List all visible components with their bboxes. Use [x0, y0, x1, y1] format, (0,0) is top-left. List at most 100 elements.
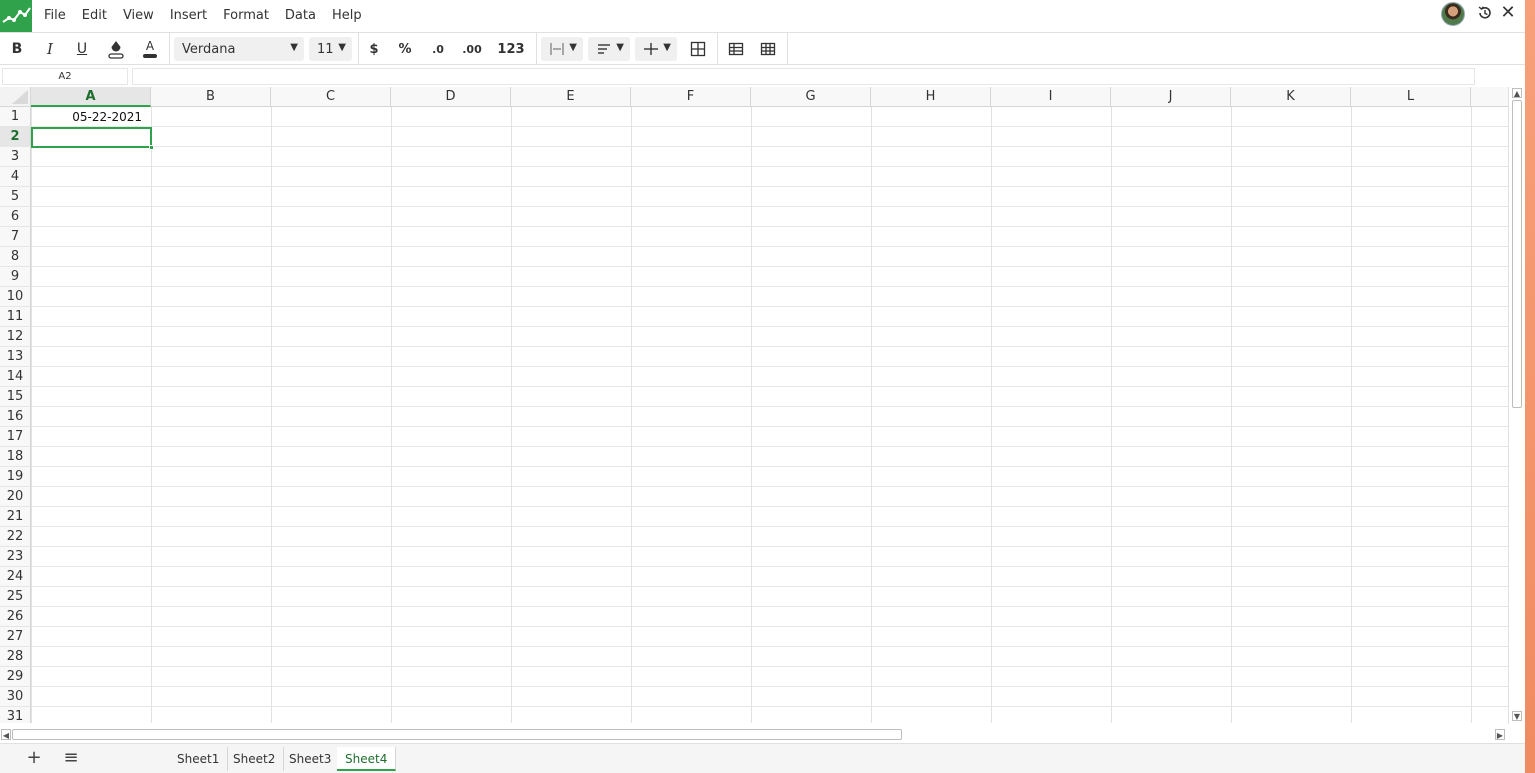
scroll-left-icon[interactable]: ◀ — [1, 729, 11, 740]
menu-format[interactable]: Format — [215, 0, 277, 32]
number-format-button[interactable]: 123 — [495, 33, 527, 65]
row-header-16[interactable]: 16 — [0, 407, 31, 427]
formula-input[interactable] — [132, 68, 1475, 85]
row-header-30[interactable]: 30 — [0, 687, 31, 707]
bold-button[interactable]: B — [5, 33, 29, 65]
column-header-h[interactable]: H — [871, 87, 991, 107]
chevron-down-icon: ▼ — [569, 42, 577, 53]
horizontal-scrollbar[interactable]: ◀ ▶ — [0, 728, 1508, 741]
vertical-align-dropdown[interactable]: ▼ — [635, 37, 677, 61]
column-header-j[interactable]: J — [1111, 87, 1231, 107]
row-header-27[interactable]: 27 — [0, 627, 31, 647]
row-header-26[interactable]: 26 — [0, 607, 31, 627]
horizontal-scroll-thumb[interactable] — [12, 729, 902, 740]
user-avatar[interactable] — [1441, 2, 1465, 26]
row-header-12[interactable]: 12 — [0, 327, 31, 347]
cell-reference-box[interactable]: A2 — [2, 68, 128, 85]
tab-sheet2[interactable]: Sheet2 — [225, 747, 285, 771]
horizontal-align-dropdown[interactable]: ▼ — [588, 37, 630, 61]
row-header-10[interactable]: 10 — [0, 287, 31, 307]
row-header-6[interactable]: 6 — [0, 207, 31, 227]
font-size-value: 11 — [317, 41, 334, 57]
column-header-e[interactable]: E — [511, 87, 631, 107]
vertical-scroll-thumb[interactable] — [1512, 100, 1522, 408]
italic-button[interactable]: I — [38, 33, 62, 65]
column-header-b[interactable]: B — [151, 87, 271, 107]
row-header-22[interactable]: 22 — [0, 527, 31, 547]
row-header-11[interactable]: 11 — [0, 307, 31, 327]
row-header-20[interactable]: 20 — [0, 487, 31, 507]
row-header-3[interactable]: 3 — [0, 147, 31, 167]
close-icon[interactable]: ✕ — [1499, 3, 1517, 23]
row-header-25[interactable]: 25 — [0, 587, 31, 607]
menu-edit[interactable]: Edit — [74, 0, 115, 32]
menu-list: File Edit View Insert Format Data Help — [36, 0, 370, 32]
currency-format-button[interactable]: $ — [362, 33, 386, 65]
column-header-i[interactable]: I — [991, 87, 1111, 107]
app-logo-icon[interactable] — [0, 0, 32, 32]
merge-cells-dropdown[interactable]: ▼ — [541, 37, 583, 61]
tab-sheet3[interactable]: Sheet3 — [281, 747, 341, 771]
row-header-17[interactable]: 17 — [0, 427, 31, 447]
row-header-9[interactable]: 9 — [0, 267, 31, 287]
row-header-18[interactable]: 18 — [0, 447, 31, 467]
row-header-31[interactable]: 31 — [0, 707, 31, 723]
percent-format-button[interactable]: % — [393, 33, 417, 65]
borders-icon[interactable] — [686, 33, 710, 65]
column-header-d[interactable]: D — [391, 87, 511, 107]
row-header-19[interactable]: 19 — [0, 467, 31, 487]
tab-sheet4[interactable]: Sheet4 — [337, 747, 397, 771]
row-header-7[interactable]: 7 — [0, 227, 31, 247]
fill-handle[interactable] — [149, 145, 154, 150]
row-header-4[interactable]: 4 — [0, 167, 31, 187]
column-header-l[interactable]: L — [1351, 87, 1471, 107]
column-header-a[interactable]: A — [31, 87, 151, 107]
spreadsheet-grid[interactable]: ABCDEFGHIJKL 1 2 3 4 5 6 7 8 9 10 11 12 13 14 15 16 17 18… — [0, 87, 1508, 723]
menu-data[interactable]: Data — [277, 0, 324, 32]
freeze-columns-icon[interactable] — [756, 33, 780, 65]
add-sheet-icon[interactable]: + — [19, 744, 49, 772]
row-header-28[interactable]: 28 — [0, 647, 31, 667]
increase-decimal-button[interactable]: .00 — [459, 33, 485, 65]
fill-color-icon[interactable] — [104, 33, 128, 65]
row-header-14[interactable]: 14 — [0, 367, 31, 387]
menu-view[interactable]: View — [115, 0, 162, 32]
underline-button[interactable]: U — [70, 33, 94, 65]
font-family-select[interactable]: Verdana ▼ — [174, 37, 304, 61]
row-header-13[interactable]: 13 — [0, 347, 31, 367]
column-header-k[interactable]: K — [1231, 87, 1351, 107]
vertical-scrollbar[interactable]: ▲ ▼ — [1508, 87, 1525, 724]
column-header-c[interactable]: C — [271, 87, 391, 107]
menu-help[interactable]: Help — [324, 0, 370, 32]
select-all-corner[interactable] — [0, 87, 31, 107]
row-header-5[interactable]: 5 — [0, 187, 31, 207]
cell-grid[interactable] — [31, 107, 1508, 723]
scroll-up-icon[interactable]: ▲ — [1512, 88, 1522, 98]
history-icon[interactable] — [1476, 4, 1494, 22]
text-color-icon[interactable]: A — [138, 33, 162, 65]
toolbar: B I U A Verdana ▼ 11 ▼ $ % .0 .00 123 ▼ … — [0, 33, 1525, 65]
menu-insert[interactable]: Insert — [162, 0, 215, 32]
active-cell-selection[interactable] — [31, 127, 154, 150]
toolbar-divider — [536, 33, 537, 65]
cell-a1[interactable]: 05-22-2021 — [31, 107, 151, 127]
column-header-g[interactable]: G — [751, 87, 871, 107]
sheet-list-icon[interactable]: ≡ — [56, 744, 86, 772]
font-size-select[interactable]: 11 ▼ — [309, 37, 352, 61]
font-family-value: Verdana — [182, 41, 236, 57]
column-header-f[interactable]: F — [631, 87, 751, 107]
row-header-1[interactable]: 1 — [0, 107, 31, 127]
scroll-down-icon[interactable]: ▼ — [1512, 711, 1522, 721]
row-header-8[interactable]: 8 — [0, 247, 31, 267]
row-header-21[interactable]: 21 — [0, 507, 31, 527]
freeze-rows-icon[interactable] — [724, 33, 748, 65]
row-header-2[interactable]: 2 — [0, 127, 31, 147]
menu-file[interactable]: File — [36, 0, 74, 32]
row-header-15[interactable]: 15 — [0, 387, 31, 407]
decrease-decimal-button[interactable]: .0 — [426, 33, 450, 65]
tab-sheet1[interactable]: Sheet1 — [169, 747, 229, 771]
row-header-29[interactable]: 29 — [0, 667, 31, 687]
scroll-right-icon[interactable]: ▶ — [1495, 729, 1505, 740]
row-header-23[interactable]: 23 — [0, 547, 31, 567]
row-header-24[interactable]: 24 — [0, 567, 31, 587]
